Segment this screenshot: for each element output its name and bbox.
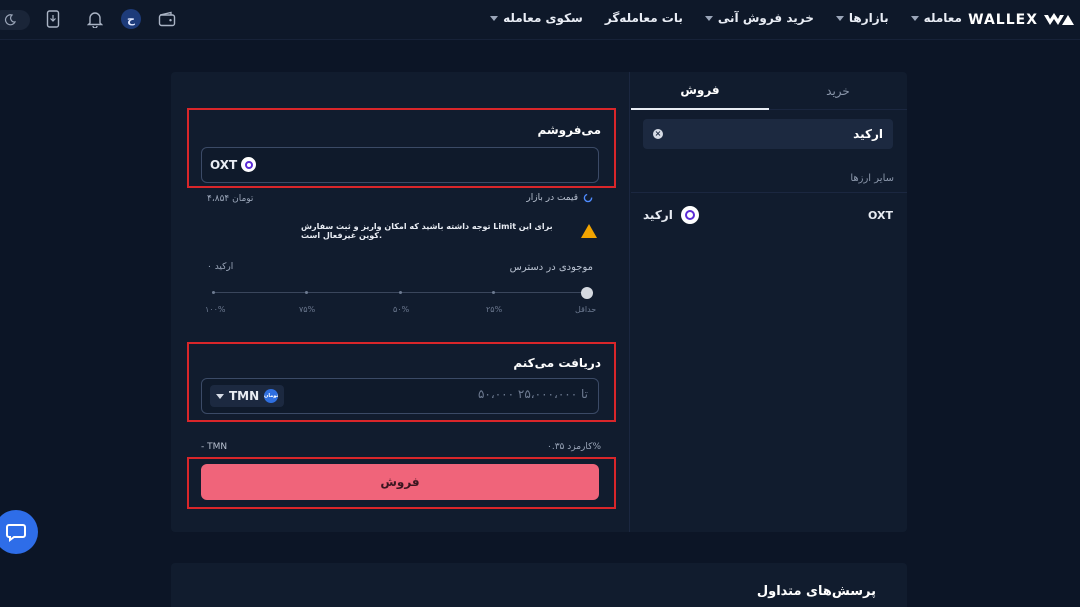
slider-label-75: ۷۵%: [299, 305, 316, 314]
coin-name: ارکید: [643, 208, 673, 222]
nav-trading-bot[interactable]: بات معامله‌گر: [605, 11, 683, 25]
moon-icon: [4, 14, 16, 26]
sell-coin-symbol: OXT: [210, 157, 238, 172]
slider-tick: [212, 291, 215, 294]
coin-list-item[interactable]: ارکید OXT: [643, 204, 893, 226]
fee-value: - TMN: [201, 442, 228, 452]
column-divider: [629, 72, 630, 532]
receive-label: دریافت می‌کنم: [513, 356, 601, 370]
sell-label: می‌فروشم: [537, 123, 601, 137]
brand-logo[interactable]: WALLEX: [968, 10, 1074, 30]
chevron-down-icon: [490, 15, 499, 21]
faq-section: پرسش‌های متداول: [171, 563, 907, 607]
list-divider: [631, 192, 907, 193]
app-download-button[interactable]: [42, 8, 64, 30]
user-profile-button[interactable]: ح: [120, 8, 142, 30]
toman-icon: تومان: [264, 389, 278, 403]
other-coins-label: سایر ارزها: [850, 173, 894, 184]
receive-amount-field[interactable]: TMN تومان ۵۰،۰۰۰ تا ۲۵،۰۰۰،۰۰۰: [201, 378, 599, 414]
nav-label: سکوی معامله: [503, 11, 583, 25]
tab-buy[interactable]: خرید: [769, 72, 907, 110]
slider-label-25: ۲۵%: [486, 305, 503, 314]
sell-button[interactable]: فروش: [201, 464, 599, 500]
oxt-coin-icon: [241, 157, 257, 172]
slider-label-min: حداقل: [575, 305, 597, 314]
nav-label: خرید فروش آنی: [717, 11, 814, 25]
coin-search-input[interactable]: ارکید: [853, 127, 883, 141]
oxt-coin-icon: [680, 206, 699, 224]
receive-amount-input[interactable]: ۵۰،۰۰۰ تا ۲۵،۰۰۰،۰۰۰: [478, 387, 588, 401]
nav-label: معامله: [923, 11, 962, 25]
chevron-down-icon: [216, 393, 224, 399]
slider-tick: [305, 291, 308, 294]
phone-icon: [46, 10, 60, 28]
warning-icon: [581, 224, 597, 238]
limit-warning: توجه داشته باشید که امکان واریز و ثبت سف…: [301, 222, 597, 240]
market-price-label: قیمت در بازار: [526, 193, 578, 203]
wallet-button[interactable]: [156, 8, 178, 30]
currency-symbol: TMN: [229, 389, 260, 403]
warning-text: توجه داشته باشید که امکان واریز و ثبت سف…: [301, 222, 553, 240]
coin-search-field[interactable]: ارکید ×: [643, 119, 893, 149]
available-balance-value: ۰ ارکید: [207, 262, 234, 272]
chat-icon: [6, 524, 26, 542]
chevron-down-icon: [910, 15, 919, 21]
brand-name: WALLEX: [968, 12, 1038, 28]
nav-trading-platform[interactable]: سکوی معامله: [490, 11, 583, 25]
slider-tick: [492, 291, 495, 294]
available-balance-label: موجودی در دسترس: [509, 262, 593, 273]
nav-markets[interactable]: بازارها: [835, 11, 889, 25]
chevron-down-icon: [835, 15, 844, 21]
wallet-icon: [158, 11, 176, 27]
support-chat-button[interactable]: [0, 510, 38, 554]
slider-label-50: ۵۰%: [393, 305, 410, 314]
nav-trade[interactable]: معامله: [910, 11, 962, 25]
fee-label: کارمزد ۰.۳۵%: [547, 442, 601, 452]
nav-instant-trade[interactable]: خرید فروش آنی: [704, 11, 814, 25]
amount-slider-handle[interactable]: [581, 287, 593, 299]
bell-icon: [87, 12, 103, 28]
sell-coin-selector[interactable]: OXT: [210, 157, 257, 172]
clear-icon[interactable]: ×: [653, 129, 663, 139]
currency-selector[interactable]: TMN تومان: [210, 385, 285, 407]
top-header: WALLEX معامله بازارها خرید فروش آنی بات …: [0, 0, 1080, 40]
faq-title: پرسش‌های متداول: [756, 584, 876, 599]
trade-panel: خرید فروش ارکید × سایر ارزها ارکید OXT م…: [171, 72, 907, 532]
refresh-icon: [583, 193, 593, 203]
slider-tick: [399, 291, 402, 294]
market-price: قیمت در بازار: [526, 193, 593, 203]
tab-sell[interactable]: فروش: [631, 72, 769, 110]
slider-label-100: ۱۰۰%: [205, 305, 226, 314]
buy-sell-tabs: خرید فروش: [631, 72, 907, 110]
nav-label: بات معامله‌گر: [604, 11, 683, 25]
theme-toggle[interactable]: [0, 10, 30, 30]
main-nav: معامله بازارها خرید فروش آنی بات معامله‌…: [490, 11, 962, 25]
coin-identity: ارکید: [643, 206, 699, 224]
wallex-logo-icon: [1044, 13, 1074, 25]
market-price-value: ۴،۸۵۴ تومان: [207, 194, 254, 204]
coin-symbol: OXT: [868, 208, 893, 222]
nav-label: بازارها: [848, 11, 889, 25]
sell-amount-field[interactable]: OXT: [201, 147, 599, 183]
chevron-down-icon: [704, 15, 713, 21]
user-badge: ح: [121, 9, 141, 29]
notifications-button[interactable]: [84, 8, 106, 30]
